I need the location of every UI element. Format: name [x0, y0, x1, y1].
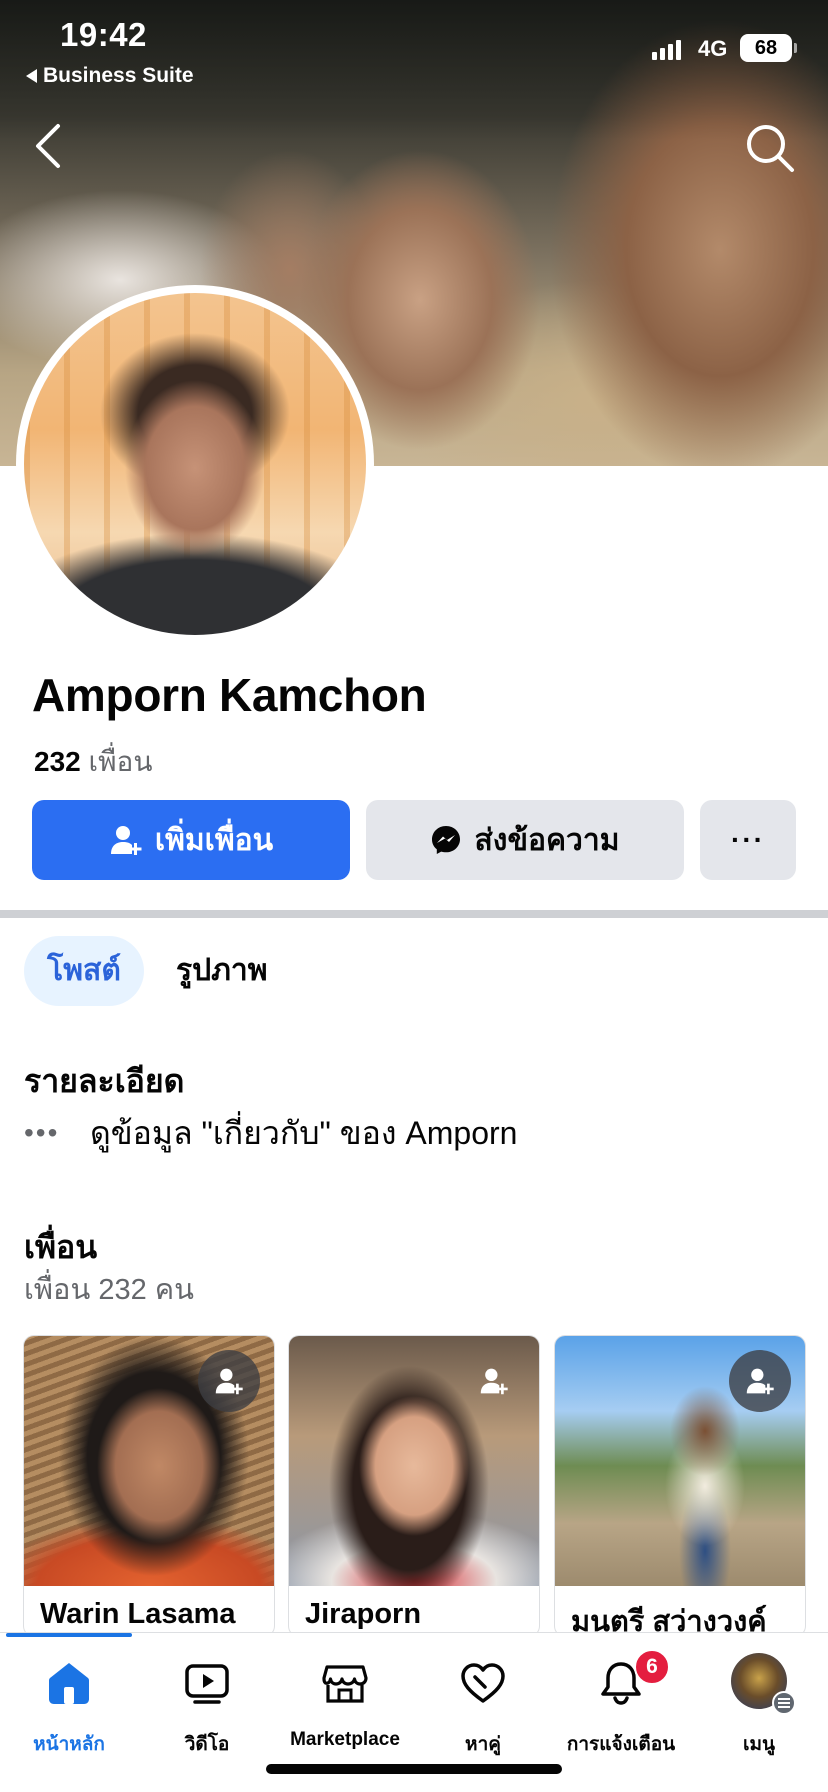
add-friend-icon [215, 1368, 243, 1395]
section-divider [0, 910, 828, 918]
add-friend-label: เพิ่มเพื่อน [154, 823, 274, 857]
message-button[interactable]: ส่งข้อความ [366, 800, 684, 880]
active-tab-indicator [6, 1633, 132, 1637]
friend-count-number: 232 [34, 746, 81, 777]
tab-menu-label: เมนู [742, 1734, 775, 1755]
signal-icon [652, 38, 681, 60]
friend-name: Warin Lasama [40, 1598, 236, 1630]
add-friend-icon [110, 826, 142, 855]
friend-card[interactable]: Jiraporn [289, 1336, 539, 1636]
dating-heart-icon [461, 1663, 505, 1703]
profile-actions: เพิ่มเพื่อน ส่งข้อความ ··· [32, 800, 796, 880]
add-friend-icon [480, 1368, 508, 1395]
tab-video-label: วิดีโอ [184, 1734, 230, 1755]
tab-photos[interactable]: รูปภาพ [176, 936, 296, 1006]
add-friend-small-button[interactable] [729, 1350, 791, 1412]
friend-name: Jiraporn [305, 1598, 422, 1630]
message-label: ส่งข้อความ [474, 823, 620, 857]
tab-notifications[interactable]: 6 การแจ้งเตือน [552, 1645, 690, 1755]
more-options-button[interactable]: ··· [700, 800, 796, 880]
more-options-icon: ··· [731, 824, 765, 855]
about-link[interactable]: ••• ดูข้อมูล "เกี่ยวกับ" ของ Amporn [24, 1108, 517, 1158]
back-to-app-link[interactable]: Business Suite [26, 64, 194, 88]
back-button[interactable] [28, 118, 72, 174]
tab-home[interactable]: หน้าหลัก [0, 1645, 138, 1755]
add-friend-small-button[interactable] [463, 1350, 525, 1412]
tab-dating[interactable]: หาคู่ [414, 1645, 552, 1755]
marketplace-icon [322, 1665, 368, 1703]
home-icon [49, 1663, 89, 1704]
details-heading: รายละเอียด [24, 1063, 185, 1099]
tab-posts[interactable]: โพสต์ [24, 936, 144, 1006]
about-link-label: ดูข้อมูล "เกี่ยวกับ" ของ Amporn [90, 1114, 518, 1151]
battery-icon: 68 [740, 34, 797, 62]
chevron-left-icon [36, 124, 60, 168]
video-icon [185, 1664, 229, 1704]
home-indicator [266, 1764, 562, 1774]
back-app-label: Business Suite [43, 64, 194, 87]
friend-name: มนตรี สว่างวงค์ [571, 1606, 767, 1636]
notification-badge: 6 [634, 1649, 670, 1685]
tab-marketplace[interactable]: Marketplace [276, 1645, 414, 1755]
status-time: 19:42 [60, 16, 147, 53]
network-type: 4G [698, 36, 728, 61]
status-bar: 19:42 Business Suite 4G 68 [0, 0, 828, 100]
tab-dating-label: หาคู่ [465, 1734, 501, 1755]
profile-picture-frame [16, 285, 374, 643]
search-icon [747, 125, 794, 172]
add-friend-button[interactable]: เพิ่มเพื่อน [32, 800, 350, 880]
profile-picture[interactable] [24, 293, 366, 635]
messenger-icon [432, 826, 461, 854]
friend-card[interactable]: มนตรี สว่างวงค์ [555, 1336, 805, 1636]
tab-home-label: หน้าหลัก [33, 1734, 105, 1755]
back-triangle-icon [26, 69, 37, 83]
more-dots-icon: ••• [24, 1117, 60, 1148]
friend-count[interactable]: 232 เพื่อน [34, 740, 152, 784]
tab-video[interactable]: วิดีโอ [138, 1645, 276, 1755]
hamburger-icon [772, 1691, 796, 1715]
search-button[interactable] [742, 120, 798, 176]
friend-card[interactable]: Warin Lasama [24, 1336, 274, 1636]
friends-subtitle: เพื่อน 232 คน [24, 1274, 194, 1306]
tab-notifications-label: การแจ้งเตือน [566, 1734, 676, 1755]
friend-count-label: เพื่อน [88, 746, 153, 777]
tab-marketplace-label: Marketplace [290, 1729, 400, 1750]
add-friend-small-button[interactable] [198, 1350, 260, 1412]
tab-menu[interactable]: เมนู [690, 1645, 828, 1755]
profile-name: Amporn Kamchon [32, 669, 427, 721]
add-friend-icon [746, 1368, 774, 1395]
